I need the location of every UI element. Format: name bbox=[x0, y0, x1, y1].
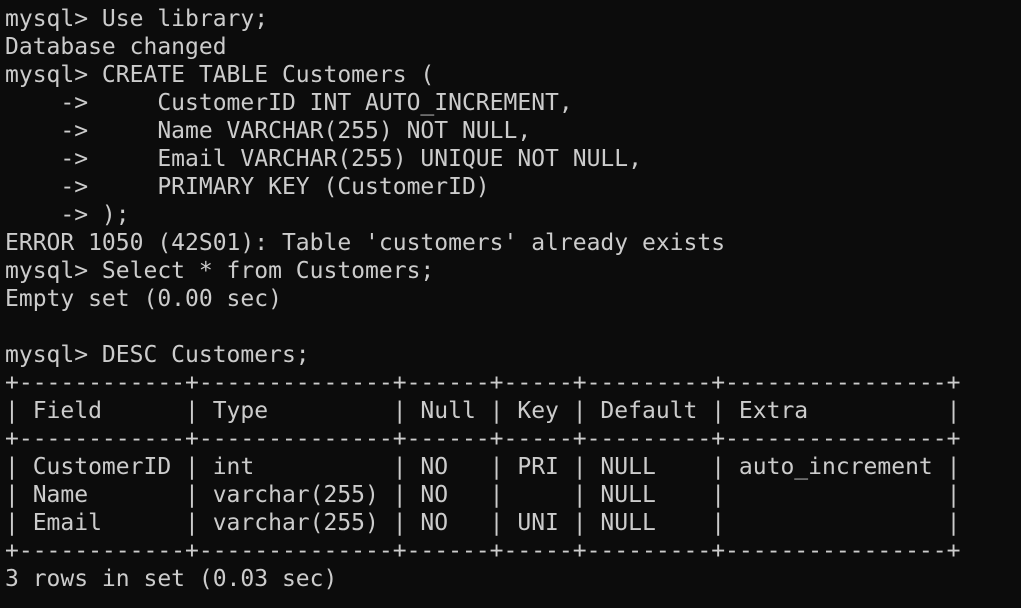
command-line-use-library: mysql> Use library; bbox=[5, 6, 269, 32]
table-header-row: | Field | Type | Null | Key | Default | … bbox=[5, 398, 961, 424]
continuation-line-primary-key: -> PRIMARY KEY (CustomerID) bbox=[5, 174, 490, 200]
command-line-desc: mysql> DESC Customers; bbox=[5, 342, 310, 368]
output-rows-in-set: 3 rows in set (0.03 sec) bbox=[5, 566, 338, 592]
table-border-bottom: +------------+--------------+------+----… bbox=[5, 538, 961, 564]
table-row: | Email | varchar(255) | NO | UNI | NULL… bbox=[5, 510, 961, 536]
continuation-line-email: -> Email VARCHAR(255) UNIQUE NOT NULL, bbox=[5, 146, 642, 172]
error-message: ERROR 1050 (42S01): Table 'customers' al… bbox=[5, 230, 726, 256]
continuation-line-name: -> Name VARCHAR(255) NOT NULL, bbox=[5, 118, 532, 144]
terminal-output[interactable]: mysql> Use library; Database changed mys… bbox=[0, 0, 1021, 608]
table-row: | CustomerID | int | NO | PRI | NULL | a… bbox=[5, 454, 961, 480]
table-border-top: +------------+--------------+------+----… bbox=[5, 370, 961, 396]
table-border-header: +------------+--------------+------+----… bbox=[5, 426, 961, 452]
command-line-select: mysql> Select * from Customers; bbox=[5, 258, 435, 284]
continuation-line-close: -> ); bbox=[5, 202, 130, 228]
continuation-line-customerid: -> CustomerID INT AUTO_INCREMENT, bbox=[5, 90, 573, 116]
table-row: | Name | varchar(255) | NO | | NULL | | bbox=[5, 482, 961, 508]
command-line-create-table: mysql> CREATE TABLE Customers ( bbox=[5, 62, 435, 88]
output-database-changed: Database changed bbox=[5, 34, 227, 60]
output-empty-set: Empty set (0.00 sec) bbox=[5, 286, 282, 312]
